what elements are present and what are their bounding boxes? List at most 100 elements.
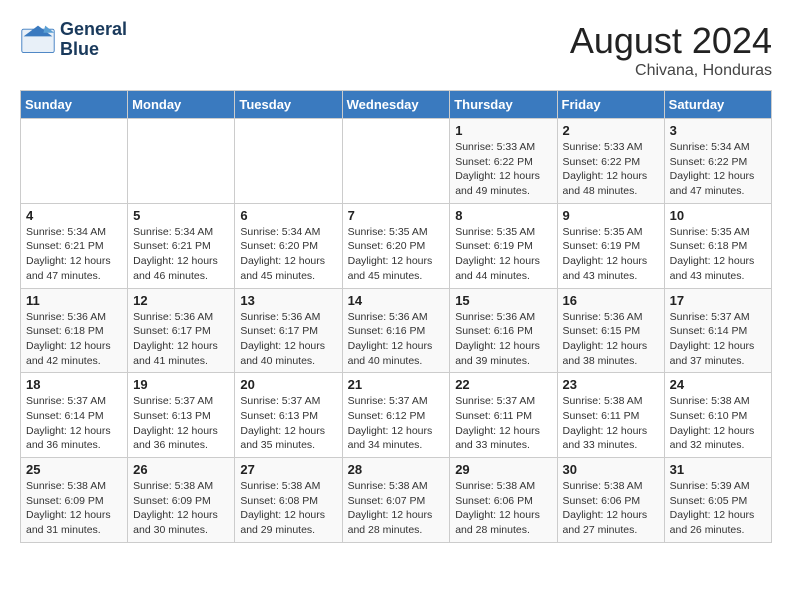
day-info: Sunrise: 5:39 AM Sunset: 6:05 PM Dayligh… [670, 479, 766, 538]
calendar-week-3: 11Sunrise: 5:36 AM Sunset: 6:18 PM Dayli… [21, 288, 772, 373]
day-info: Sunrise: 5:34 AM Sunset: 6:21 PM Dayligh… [26, 225, 122, 284]
day-info: Sunrise: 5:37 AM Sunset: 6:13 PM Dayligh… [240, 394, 336, 453]
calendar-cell [21, 119, 128, 204]
day-info: Sunrise: 5:35 AM Sunset: 6:19 PM Dayligh… [455, 225, 551, 284]
calendar-cell: 20 Sunrise: 5:37 AM Sunset: 6:13 PM Dayli… [235, 373, 342, 458]
day-number: 16 [563, 293, 659, 308]
day-number: 23 [563, 377, 659, 392]
col-header-sunday: Sunday [21, 91, 128, 119]
logo-icon [20, 22, 56, 58]
calendar-cell: 13 Sunrise: 5:36 AM Sunset: 6:17 PM Dayli… [235, 288, 342, 373]
day-number: 21 [348, 377, 445, 392]
calendar-cell: 10Sunrise: 5:35 AM Sunset: 6:18 PM Dayli… [664, 203, 771, 288]
day-info: Sunrise: 5:37 AM Sunset: 6:13 PM Dayligh… [133, 394, 229, 453]
day-number: 18 [26, 377, 122, 392]
day-info: Sunrise: 5:38 AM Sunset: 6:06 PM Dayligh… [455, 479, 551, 538]
day-info: Sunrise: 5:35 AM Sunset: 6:19 PM Dayligh… [563, 225, 659, 284]
logo-text: General Blue [60, 20, 127, 60]
calendar-cell: 29 Sunrise: 5:38 AM Sunset: 6:06 PM Dayli… [450, 458, 557, 543]
title-section: August 2024 Chivana, Honduras [570, 20, 772, 80]
calendar-week-5: 25Sunrise: 5:38 AM Sunset: 6:09 PM Dayli… [21, 458, 772, 543]
day-number: 13 [240, 293, 336, 308]
day-number: 28 [348, 462, 445, 477]
day-number: 14 [348, 293, 445, 308]
calendar-cell: 1 Sunrise: 5:33 AM Sunset: 6:22 PM Daylig… [450, 119, 557, 204]
day-number: 17 [670, 293, 766, 308]
col-header-saturday: Saturday [664, 91, 771, 119]
day-number: 29 [455, 462, 551, 477]
day-info: Sunrise: 5:34 AM Sunset: 6:22 PM Dayligh… [670, 140, 766, 199]
day-info: Sunrise: 5:33 AM Sunset: 6:22 PM Dayligh… [455, 140, 551, 199]
day-info: Sunrise: 5:36 AM Sunset: 6:16 PM Dayligh… [348, 310, 445, 369]
day-info: Sunrise: 5:36 AM Sunset: 6:16 PM Dayligh… [455, 310, 551, 369]
calendar-cell: 24 Sunrise: 5:38 AM Sunset: 6:10 PM Dayli… [664, 373, 771, 458]
day-info: Sunrise: 5:36 AM Sunset: 6:17 PM Dayligh… [240, 310, 336, 369]
calendar-cell: 31 Sunrise: 5:39 AM Sunset: 6:05 PM Dayli… [664, 458, 771, 543]
logo-line1: General [60, 20, 127, 40]
calendar-cell: 9 Sunrise: 5:35 AM Sunset: 6:19 PM Daylig… [557, 203, 664, 288]
calendar-cell: 5Sunrise: 5:34 AM Sunset: 6:21 PM Daylig… [128, 203, 235, 288]
day-number: 9 [563, 208, 659, 223]
calendar-cell: 7 Sunrise: 5:35 AM Sunset: 6:20 PM Daylig… [342, 203, 450, 288]
calendar-week-2: 4 Sunrise: 5:34 AM Sunset: 6:21 PM Daylig… [21, 203, 772, 288]
calendar-week-1: 1 Sunrise: 5:33 AM Sunset: 6:22 PM Daylig… [21, 119, 772, 204]
day-info: Sunrise: 5:35 AM Sunset: 6:18 PM Dayligh… [670, 225, 766, 284]
calendar-week-4: 18 Sunrise: 5:37 AM Sunset: 6:14 PM Dayli… [21, 373, 772, 458]
day-info: Sunrise: 5:38 AM Sunset: 6:11 PM Dayligh… [563, 394, 659, 453]
day-number: 24 [670, 377, 766, 392]
calendar-cell: 11Sunrise: 5:36 AM Sunset: 6:18 PM Dayli… [21, 288, 128, 373]
calendar-cell [128, 119, 235, 204]
day-number: 31 [670, 462, 766, 477]
day-number: 15 [455, 293, 551, 308]
day-number: 4 [26, 208, 122, 223]
day-number: 3 [670, 123, 766, 138]
col-header-monday: Monday [128, 91, 235, 119]
day-info: Sunrise: 5:37 AM Sunset: 6:11 PM Dayligh… [455, 394, 551, 453]
col-header-wednesday: Wednesday [342, 91, 450, 119]
calendar-cell: 30Sunrise: 5:38 AM Sunset: 6:06 PM Dayli… [557, 458, 664, 543]
calendar-cell: 4 Sunrise: 5:34 AM Sunset: 6:21 PM Daylig… [21, 203, 128, 288]
day-number: 19 [133, 377, 229, 392]
calendar-cell: 3 Sunrise: 5:34 AM Sunset: 6:22 PM Daylig… [664, 119, 771, 204]
calendar-cell: 21 Sunrise: 5:37 AM Sunset: 6:12 PM Dayli… [342, 373, 450, 458]
month-title: August 2024 [570, 20, 772, 62]
day-info: Sunrise: 5:33 AM Sunset: 6:22 PM Dayligh… [563, 140, 659, 199]
calendar-cell: 12 Sunrise: 5:36 AM Sunset: 6:17 PM Dayli… [128, 288, 235, 373]
day-info: Sunrise: 5:35 AM Sunset: 6:20 PM Dayligh… [348, 225, 445, 284]
day-info: Sunrise: 5:36 AM Sunset: 6:18 PM Dayligh… [26, 310, 122, 369]
col-header-thursday: Thursday [450, 91, 557, 119]
day-info: Sunrise: 5:36 AM Sunset: 6:15 PM Dayligh… [563, 310, 659, 369]
day-number: 1 [455, 123, 551, 138]
day-info: Sunrise: 5:38 AM Sunset: 6:10 PM Dayligh… [670, 394, 766, 453]
calendar-cell: 28Sunrise: 5:38 AM Sunset: 6:07 PM Dayli… [342, 458, 450, 543]
calendar-cell: 23 Sunrise: 5:38 AM Sunset: 6:11 PM Dayli… [557, 373, 664, 458]
day-number: 6 [240, 208, 336, 223]
calendar-cell: 26Sunrise: 5:38 AM Sunset: 6:09 PM Dayli… [128, 458, 235, 543]
page-header: General Blue August 2024 Chivana, Hondur… [20, 20, 772, 80]
logo-line2: Blue [60, 40, 127, 60]
day-number: 27 [240, 462, 336, 477]
calendar-cell: 19 Sunrise: 5:37 AM Sunset: 6:13 PM Dayli… [128, 373, 235, 458]
day-number: 22 [455, 377, 551, 392]
day-number: 20 [240, 377, 336, 392]
day-info: Sunrise: 5:38 AM Sunset: 6:06 PM Dayligh… [563, 479, 659, 538]
calendar-cell [235, 119, 342, 204]
day-info: Sunrise: 5:37 AM Sunset: 6:14 PM Dayligh… [670, 310, 766, 369]
calendar-table: SundayMondayTuesdayWednesdayThursdayFrid… [20, 90, 772, 543]
day-info: Sunrise: 5:34 AM Sunset: 6:20 PM Dayligh… [240, 225, 336, 284]
day-number: 7 [348, 208, 445, 223]
calendar-header-row: SundayMondayTuesdayWednesdayThursdayFrid… [21, 91, 772, 119]
calendar-cell: 15 Sunrise: 5:36 AM Sunset: 6:16 PM Dayli… [450, 288, 557, 373]
calendar-cell: 8Sunrise: 5:35 AM Sunset: 6:19 PM Daylig… [450, 203, 557, 288]
day-info: Sunrise: 5:38 AM Sunset: 6:09 PM Dayligh… [133, 479, 229, 538]
day-info: Sunrise: 5:37 AM Sunset: 6:12 PM Dayligh… [348, 394, 445, 453]
calendar-cell: 2Sunrise: 5:33 AM Sunset: 6:22 PM Daylig… [557, 119, 664, 204]
calendar-cell: 25Sunrise: 5:38 AM Sunset: 6:09 PM Dayli… [21, 458, 128, 543]
day-info: Sunrise: 5:36 AM Sunset: 6:17 PM Dayligh… [133, 310, 229, 369]
day-number: 5 [133, 208, 229, 223]
calendar-cell: 27Sunrise: 5:38 AM Sunset: 6:08 PM Dayli… [235, 458, 342, 543]
calendar-cell: 14 Sunrise: 5:36 AM Sunset: 6:16 PM Dayli… [342, 288, 450, 373]
day-number: 12 [133, 293, 229, 308]
day-info: Sunrise: 5:37 AM Sunset: 6:14 PM Dayligh… [26, 394, 122, 453]
calendar-cell: 18 Sunrise: 5:37 AM Sunset: 6:14 PM Dayli… [21, 373, 128, 458]
